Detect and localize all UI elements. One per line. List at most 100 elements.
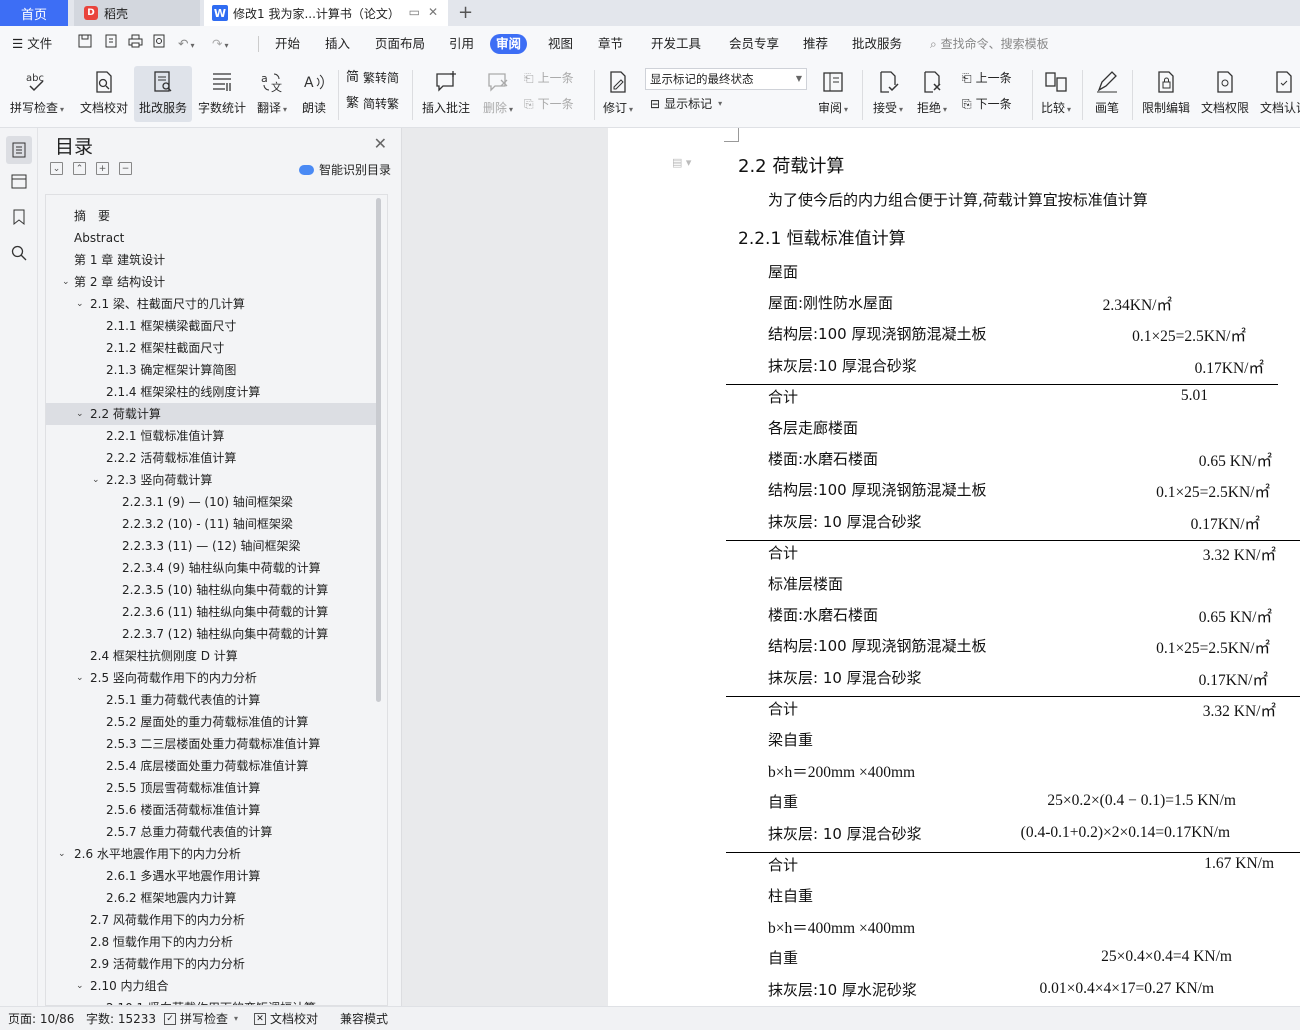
undo-icon[interactable]: ↶ ▾	[178, 34, 195, 54]
review-service-button[interactable]: 批改服务	[134, 66, 192, 122]
chevron-down-icon[interactable]: ⌄	[58, 843, 66, 865]
toc-item[interactable]: 2.10.1 竖向荷载作用下的弯矩调幅计算	[46, 997, 376, 1005]
toc-item[interactable]: 2.1.3 确定框架计算简图	[46, 359, 376, 381]
toc-item[interactable]: 2.7 风荷载作用下的内力分析	[46, 909, 376, 931]
tab-home[interactable]: 首页	[0, 0, 68, 26]
toc-item[interactable]: 2.2.1 恒载标准值计算	[46, 425, 376, 447]
word-count-indicator[interactable]: 字数: 15233	[86, 1011, 156, 1027]
paragraph-menu-icon[interactable]: ▤ ▾	[672, 156, 691, 169]
search-icon[interactable]	[10, 244, 28, 262]
menu-insert[interactable]: 插入	[325, 34, 350, 54]
menu-review[interactable]: 审阅	[490, 34, 528, 54]
toc-item[interactable]: 2.2.2 活荷载标准值计算	[46, 447, 376, 469]
menu-developer[interactable]: 开发工具	[651, 34, 701, 54]
toc-item[interactable]: 2.2.3.6 (11) 轴柱纵向集中荷载的计算	[46, 601, 376, 623]
toc-item[interactable]: 2.1.1 框架横梁截面尺寸	[46, 315, 376, 337]
float-window-icon[interactable]: ▭	[409, 5, 420, 19]
toc-item[interactable]: 2.1.2 框架柱截面尺寸	[46, 337, 376, 359]
track-changes-button[interactable]: 修订 ▾	[598, 66, 638, 122]
toc-item[interactable]: 2.2.3.1 (9) — (10) 轴间框架梁	[46, 491, 376, 513]
add-heading-icon[interactable]: +	[96, 162, 109, 175]
toc-item[interactable]: 2.2.3.4 (9) 轴柱纵向集中荷载的计算	[46, 557, 376, 579]
spell-check-button[interactable]: abc 拼写检查 ▾	[6, 66, 68, 122]
delete-comment-button[interactable]: 删除 ▾	[478, 66, 518, 122]
toc-item[interactable]: ⌄ 2.10 内力组合	[46, 975, 376, 997]
menu-start[interactable]: 开始	[275, 34, 300, 54]
prev-comment-button[interactable]: ⎗ 上一条	[524, 68, 574, 88]
prev-change-button[interactable]: ⎗ 上一条	[962, 68, 1012, 88]
expand-all-icon[interactable]: ⌄	[50, 162, 63, 175]
toc-panel-icon[interactable]	[6, 136, 32, 164]
toc-item[interactable]: ⌄ 2.2.3 竖向荷载计算	[46, 469, 376, 491]
menu-references[interactable]: 引用	[449, 34, 474, 54]
smart-toc-button[interactable]: 智能识别目录	[298, 161, 391, 178]
translate-button[interactable]: a文 翻译 ▾	[252, 66, 292, 122]
compare-button[interactable]: 比较 ▾	[1036, 66, 1076, 122]
toc-item[interactable]: 2.2.3.5 (10) 轴柱纵向集中荷载的计算	[46, 579, 376, 601]
toc-item[interactable]: 2.5.4 底层楼面处重力荷载标准值计算	[46, 755, 376, 777]
toc-item[interactable]: 2.6.2 框架地震内力计算	[46, 887, 376, 909]
chevron-down-icon[interactable]: ⌄	[76, 975, 84, 997]
print-icon[interactable]	[128, 34, 143, 54]
toc-item[interactable]: 2.5.3 二三层楼面处重力荷载标准值计算	[46, 733, 376, 755]
spell-check-status[interactable]: ✓ 拼写检查 ▾	[164, 1011, 238, 1027]
trad-to-simp-button[interactable]: 简繁转简	[346, 68, 399, 88]
read-aloud-button[interactable]: A 朗读	[296, 66, 332, 122]
reject-change-button[interactable]: 拒绝 ▾	[912, 66, 952, 122]
word-count-button[interactable]: 字数统计	[196, 66, 248, 122]
bookmark-icon[interactable]	[10, 208, 28, 226]
toc-item[interactable]: Abstract	[46, 227, 376, 249]
simp-to-trad-button[interactable]: 繁简转繁	[346, 94, 399, 114]
toc-item[interactable]: 2.5.2 屋面处的重力荷载标准值的计算	[46, 711, 376, 733]
menu-view[interactable]: 视图	[548, 34, 573, 54]
toc-item[interactable]: ⌄ 2.6 水平地震作用下的内力分析	[46, 843, 376, 865]
export-pdf-icon[interactable]	[104, 34, 118, 54]
chevron-down-icon[interactable]: ⌄	[92, 469, 100, 491]
proof-status[interactable]: ✕ 文档校对	[254, 1011, 318, 1027]
accept-change-button[interactable]: 接受 ▾	[868, 66, 908, 122]
toc-item[interactable]: 2.6.1 多遇水平地震作用计算	[46, 865, 376, 887]
toc-item[interactable]: 2.5.5 顶层雪荷载标准值计算	[46, 777, 376, 799]
menu-recommend[interactable]: 推荐	[803, 34, 828, 54]
close-icon[interactable]: ✕	[374, 134, 387, 153]
next-comment-button[interactable]: ⎘ 下一条	[524, 94, 574, 114]
show-markup-button[interactable]: ⊟ 显示标记 ▾	[650, 94, 722, 114]
tab-document[interactable]: W 修改1 我为家...计算书（论文） ▭ ✕	[204, 0, 448, 26]
chevron-down-icon[interactable]: ⌄	[62, 271, 70, 293]
chapter-nav-icon[interactable]	[10, 172, 28, 190]
menu-member[interactable]: 会员专享	[729, 34, 779, 54]
toc-item[interactable]: ⌄ 第 2 章 结构设计	[46, 271, 376, 293]
toc-item[interactable]: 摘 要	[46, 205, 376, 227]
toc-item[interactable]: 2.2.3.3 (11) — (12) 轴间框架梁	[46, 535, 376, 557]
doc-proof-button[interactable]: 文档校对	[76, 66, 132, 122]
insert-comment-button[interactable]: 插入批注	[418, 66, 474, 122]
markup-state-select[interactable]: 显示标记的最终状态 ▼	[645, 68, 807, 90]
restrict-edit-button[interactable]: 限制编辑	[1138, 66, 1194, 122]
command-search[interactable]: ⌕ 查找命令、搜索模板	[930, 34, 1049, 54]
tab-daoke[interactable]: D 稻壳	[74, 0, 200, 26]
toc-item[interactable]: 第 1 章 建筑设计	[46, 249, 376, 271]
remove-heading-icon[interactable]: −	[119, 162, 132, 175]
page-indicator[interactable]: 页面: 10/86	[8, 1011, 74, 1027]
toc-item[interactable]: 2.2.3.2 (10) - (11) 轴间框架梁	[46, 513, 376, 535]
print-preview-icon[interactable]	[152, 34, 166, 54]
menu-chapter[interactable]: 章节	[598, 34, 623, 54]
doc-cert-button[interactable]: 文档认证	[1256, 66, 1300, 122]
toc-item[interactable]: 2.5.6 楼面活荷载标准值计算	[46, 799, 376, 821]
toc-item[interactable]: ⌄ 2.5 竖向荷载作用下的内力分析	[46, 667, 376, 689]
toc-item[interactable]: 2.2.3.7 (12) 轴柱纵向集中荷载的计算	[46, 623, 376, 645]
doc-rights-button[interactable]: 文档权限	[1198, 66, 1252, 122]
collapse-all-icon[interactable]: ⌃	[73, 162, 86, 175]
toc-item[interactable]: 2.5.1 重力荷载代表值的计算	[46, 689, 376, 711]
chevron-down-icon[interactable]: ⌄	[76, 293, 84, 315]
close-tab-icon[interactable]: ✕	[428, 5, 438, 19]
menu-review-service[interactable]: 批改服务	[852, 34, 902, 54]
toc-item[interactable]: ⌄ 2.1 梁、柱截面尺寸的几计算	[46, 293, 376, 315]
toc-item[interactable]: 2.8 恒载作用下的内力分析	[46, 931, 376, 953]
pen-button[interactable]: 画笔	[1088, 66, 1126, 122]
new-tab-icon[interactable]: +	[458, 2, 473, 23]
toc-item[interactable]: 2.4 框架柱抗侧刚度 D 计算	[46, 645, 376, 667]
file-menu[interactable]: ☰ 文件	[12, 34, 52, 54]
toc-item[interactable]: ⌄ 2.2 荷载计算	[46, 403, 376, 425]
menu-page-layout[interactable]: 页面布局	[375, 34, 425, 54]
